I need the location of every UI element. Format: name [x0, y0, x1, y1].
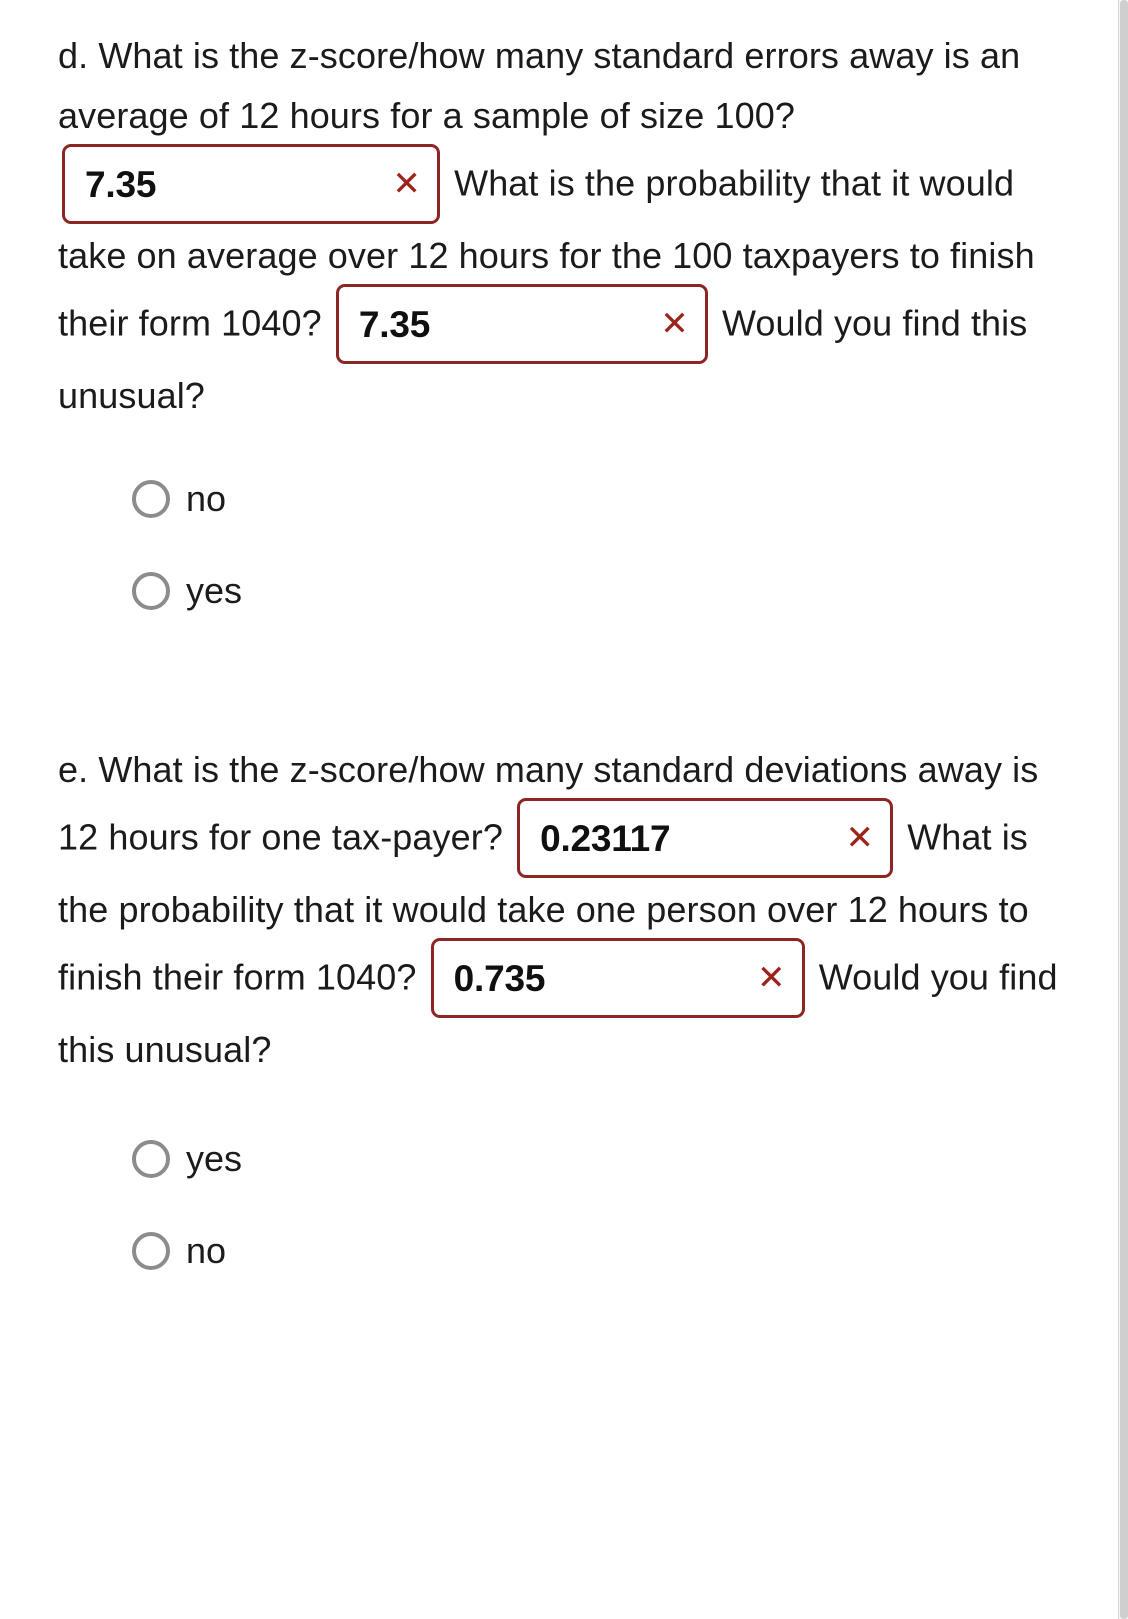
radio-button-icon[interactable]	[132, 1232, 170, 1270]
radio-label-d-yes: yes	[186, 570, 243, 611]
radio-group-part-d: no yes	[58, 468, 1070, 622]
x-mark-incorrect-icon: ✕	[392, 164, 421, 204]
answer-value-e-probability: 0.735	[453, 957, 546, 999]
radio-option-e-yes[interactable]: yes	[132, 1128, 1070, 1190]
radio-group-part-e: yes no	[58, 1128, 1070, 1282]
vertical-scrollbar[interactable]	[1118, 0, 1128, 1619]
radio-option-d-no[interactable]: no	[132, 468, 1070, 530]
answer-field-e-probability[interactable]: 0.735 ✕	[430, 938, 805, 1018]
answer-field-e-zscore[interactable]: 0.23117 ✕	[517, 798, 894, 878]
x-mark-incorrect-icon: ✕	[845, 818, 875, 858]
radio-label-e-yes: yes	[186, 1138, 243, 1179]
question-part-d: d. What is the z-score/how many standard…	[58, 26, 1070, 426]
answer-value-d-zscore: 7.35	[85, 163, 157, 205]
radio-option-d-yes[interactable]: yes	[132, 560, 1070, 622]
section-separator	[58, 622, 1070, 740]
answer-value-d-probability: 7.35	[358, 303, 431, 345]
radio-button-icon[interactable]	[132, 480, 170, 518]
radio-button-icon[interactable]	[132, 1140, 170, 1178]
answer-field-d-probability[interactable]: 7.35 ✕	[335, 284, 708, 364]
quiz-page: d. What is the z-score/how many standard…	[0, 0, 1128, 1619]
x-mark-incorrect-icon: ✕	[660, 304, 689, 344]
radio-option-e-no[interactable]: no	[132, 1220, 1070, 1282]
scrollbar-thumb[interactable]	[1120, 0, 1128, 1619]
answer-field-d-zscore[interactable]: 7.35 ✕	[62, 144, 440, 224]
question-d-text-1: d. What is the z-score/how many standard…	[58, 35, 1021, 136]
radio-label-d-no: no	[186, 478, 227, 519]
answer-value-e-zscore: 0.23117	[540, 817, 671, 859]
question-part-e: e. What is the z-score/how many standard…	[58, 740, 1070, 1080]
x-mark-incorrect-icon: ✕	[757, 958, 786, 998]
radio-button-icon[interactable]	[132, 572, 170, 610]
radio-label-e-no: no	[186, 1230, 227, 1271]
